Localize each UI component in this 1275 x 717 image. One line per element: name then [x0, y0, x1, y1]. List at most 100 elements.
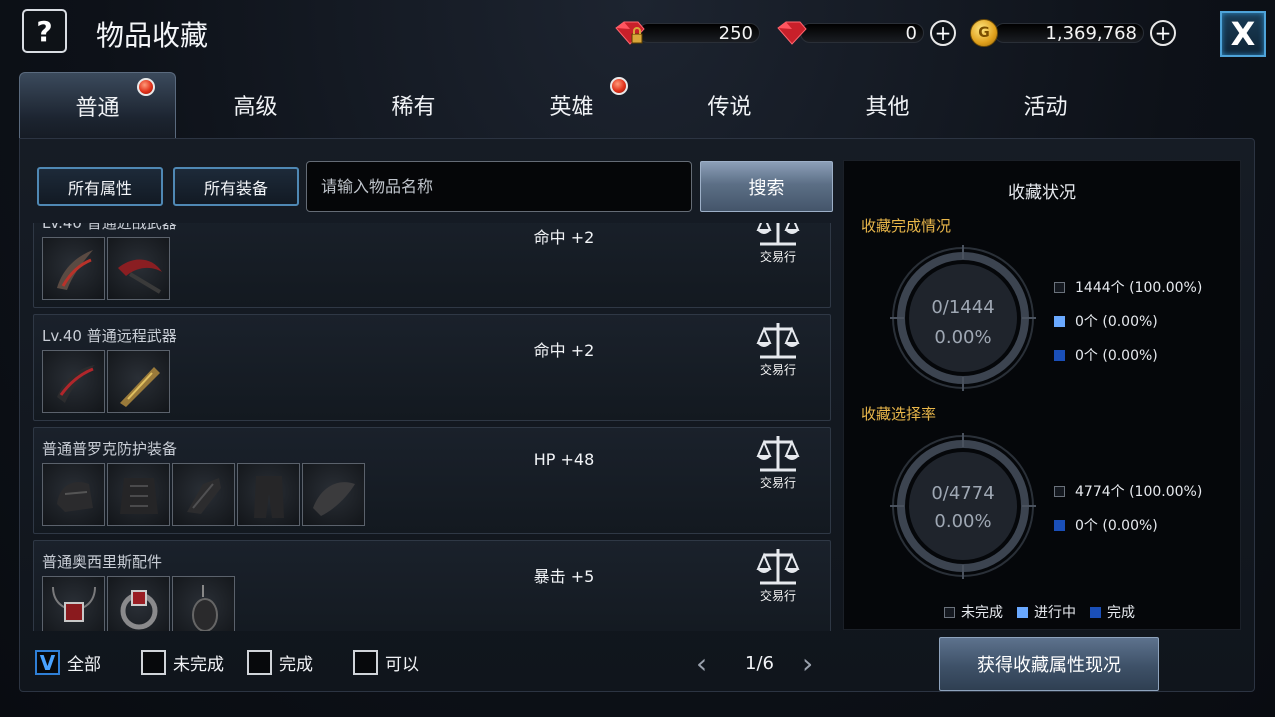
page-indicator: 1/6: [745, 653, 774, 674]
tab-label: 其他: [865, 95, 910, 120]
gold-amount: 1,369,768: [994, 23, 1144, 44]
tab-legend[interactable]: 传说: [651, 72, 808, 138]
prev-page-button[interactable]: ‹: [696, 648, 707, 680]
next-page-button[interactable]: ›: [802, 648, 813, 680]
collection-list[interactable]: Lv.40 普通近战武器 命中 +2 交易行 Lv.40 普通远程武器 命中 +…: [33, 223, 831, 631]
scales-icon: [756, 323, 800, 359]
collection-status-panel: 收藏状况 收藏完成情况 0/1444 0.00% 1444个 (100.00%)…: [843, 160, 1241, 630]
tab-label: 高级: [233, 95, 278, 120]
tab-label: 传说: [707, 95, 752, 120]
search-button[interactable]: 搜索: [700, 161, 833, 212]
earring-accessory-icon[interactable]: [172, 576, 235, 631]
tab-other[interactable]: 其他: [809, 72, 966, 138]
item-slots: [42, 576, 235, 631]
tab-label: 英雄: [549, 95, 594, 120]
filter-incomplete-checkbox[interactable]: 未完成: [141, 650, 224, 675]
item-slots: [42, 463, 365, 526]
scales-icon: [756, 436, 800, 472]
ring-accessory-icon[interactable]: [107, 576, 170, 631]
legend-swatch: [1054, 281, 1065, 293]
all-equipment-button[interactable]: 所有装备: [173, 167, 299, 206]
boots-armor-icon[interactable]: [302, 463, 365, 526]
scales-icon: [756, 549, 800, 585]
tab-advanced[interactable]: 高级: [177, 72, 334, 138]
trading-house-button[interactable]: 交易行: [748, 432, 808, 494]
close-button[interactable]: X: [1220, 11, 1266, 57]
status-title: 收藏状况: [1008, 183, 1076, 203]
tab-label: 普通: [75, 95, 120, 121]
legend-in-progress: 0个 (0.00%): [1054, 311, 1158, 331]
currency-gems: 0 +: [774, 20, 956, 46]
tab-normal[interactable]: 普通: [19, 72, 176, 138]
checkbox-mark[interactable]: [247, 650, 272, 675]
completion-percent: 0.00%: [934, 327, 992, 348]
notification-dot-icon: [610, 77, 628, 95]
checkbox-label: 未完成: [173, 655, 224, 675]
checkbox-mark[interactable]: [353, 650, 378, 675]
all-attributes-button[interactable]: 所有属性: [37, 167, 163, 206]
item-set-title: Lv.40 普通近战武器: [42, 223, 177, 232]
list-item[interactable]: Lv.40 普通远程武器 命中 +2 交易行: [33, 314, 831, 421]
item-stat: 命中 +2: [533, 228, 595, 247]
legend-incomplete: 4774个 (100.00%): [1054, 481, 1202, 501]
selection-ring: 0/4774 0.00%: [890, 433, 1036, 579]
locked-gem-amount: 250: [638, 23, 760, 44]
list-item[interactable]: 普通普罗克防护装备 HP +48 交易行: [33, 427, 831, 534]
legend-text: 0个 (0.00%): [1075, 348, 1158, 364]
add-gold-button[interactable]: +: [1150, 20, 1176, 46]
selection-title: 收藏选择率: [861, 405, 937, 423]
list-item[interactable]: 普通奥西里斯配件 暴击 +5 交易行: [33, 540, 831, 631]
crossbow-weapon-icon[interactable]: [42, 350, 105, 413]
tab-event[interactable]: 活动: [967, 72, 1124, 138]
legend-text: 完成: [1107, 605, 1135, 621]
item-slots: [42, 237, 170, 300]
tab-rare[interactable]: 稀有: [335, 72, 492, 138]
legend-swatch: [1054, 485, 1065, 497]
collection-attributes-button[interactable]: 获得收藏属性现况: [939, 637, 1159, 691]
legend-swatch: [1054, 315, 1065, 327]
checkbox-mark[interactable]: V: [35, 650, 60, 675]
gold-coin-icon: G: [970, 19, 998, 47]
trade-label: 交易行: [759, 363, 796, 377]
trade-label: 交易行: [759, 250, 796, 264]
necklace-accessory-icon[interactable]: [42, 576, 105, 631]
chest-armor-icon[interactable]: [107, 463, 170, 526]
trading-house-button[interactable]: 交易行: [748, 223, 808, 268]
legend-text: 1444个 (100.00%): [1075, 280, 1203, 296]
add-gems-button[interactable]: +: [930, 20, 956, 46]
scythe-weapon-icon[interactable]: [107, 237, 170, 300]
claw-weapon-icon[interactable]: [42, 237, 105, 300]
item-set-title: 普通奥西里斯配件: [42, 553, 163, 571]
currency-locked-gems: 250: [612, 20, 760, 46]
notification-dot-icon: [137, 78, 155, 96]
trading-house-button[interactable]: 交易行: [748, 319, 808, 381]
gem-amount: 0: [800, 23, 924, 44]
pants-armor-icon[interactable]: [237, 463, 300, 526]
helmet-armor-icon[interactable]: [42, 463, 105, 526]
trading-house-button[interactable]: 交易行: [748, 545, 808, 607]
search-input[interactable]: [306, 161, 692, 212]
checkbox-label: 可以: [385, 655, 419, 675]
tab-label: 活动: [1023, 95, 1068, 120]
locked-red-gem-icon: [615, 21, 645, 45]
filter-available-checkbox[interactable]: 可以: [353, 650, 419, 675]
selection-percent: 0.00%: [934, 511, 992, 532]
legend-complete: 0个 (0.00%): [1054, 515, 1158, 535]
checkbox-mark[interactable]: [141, 650, 166, 675]
legend-text: 进行中: [1034, 605, 1076, 621]
page-title: 物品收藏: [96, 19, 209, 52]
legend-swatch: [1017, 606, 1028, 618]
tab-hero[interactable]: 英雄: [493, 72, 650, 138]
filter-all-checkbox[interactable]: V 全部: [35, 650, 101, 675]
red-gem-icon: [777, 21, 807, 45]
filter-complete-checkbox[interactable]: 完成: [247, 650, 313, 675]
trade-label: 交易行: [759, 589, 796, 603]
trade-label: 交易行: [759, 476, 796, 490]
drill-gun-weapon-icon[interactable]: [107, 350, 170, 413]
checkbox-label: 完成: [279, 655, 313, 675]
list-item[interactable]: Lv.40 普通近战武器 命中 +2 交易行: [33, 223, 831, 308]
status-legend: 未完成 进行中 完成: [944, 602, 1135, 622]
help-button[interactable]: ?: [22, 9, 67, 53]
legend-text: 0个 (0.00%): [1075, 314, 1158, 330]
gloves-armor-icon[interactable]: [172, 463, 235, 526]
